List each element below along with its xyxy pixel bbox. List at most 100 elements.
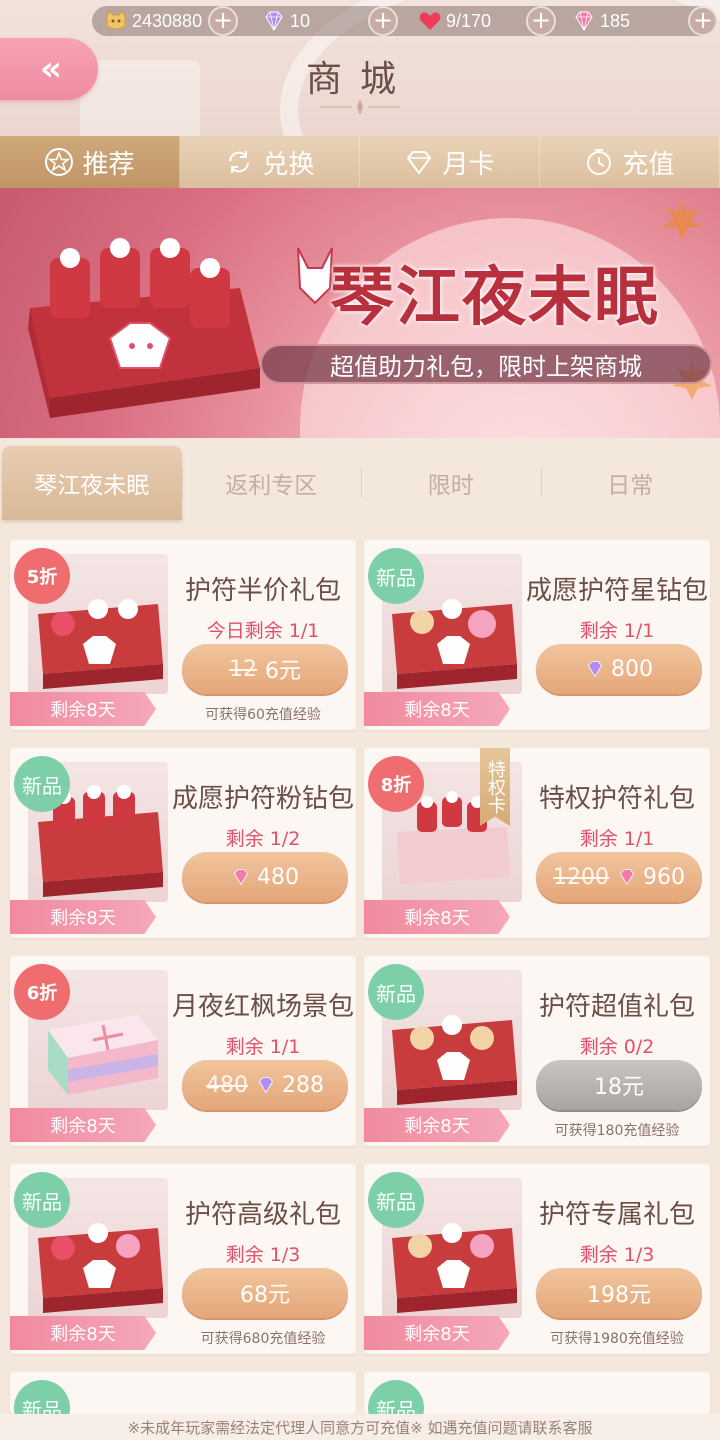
- privilege-card-tag: 特权卡: [480, 748, 510, 826]
- price: 960: [643, 864, 685, 890]
- product-stock: 剩余 1/3: [579, 1244, 655, 1266]
- price: 68元: [240, 1283, 290, 1308]
- price: 18元: [594, 1075, 644, 1100]
- price: 198元: [587, 1283, 651, 1308]
- buy-button[interactable]: 480: [182, 852, 348, 902]
- add-diamond-button[interactable]: +: [368, 6, 398, 36]
- tab-recommend[interactable]: 推荐: [0, 136, 180, 188]
- new-badge: 新品: [368, 964, 424, 1020]
- tab-monthly-card[interactable]: 月卡: [360, 136, 540, 188]
- pink-diamond-amount: 185: [600, 10, 631, 31]
- price: 800: [611, 656, 653, 682]
- new-badge: 新品: [368, 1380, 424, 1414]
- product-name: 月夜红枫场景包: [171, 992, 354, 1022]
- currency-bar: 2430880 + 10 + 9/170 + 185 +: [92, 6, 718, 36]
- gift-box-image: [28, 238, 260, 418]
- tab-recharge[interactable]: 充值: [540, 136, 720, 188]
- tab-recharge-label: 充值: [622, 149, 675, 180]
- promo-banner[interactable]: 琴江夜未眠 超值助力礼包，限时上架商城: [0, 188, 720, 438]
- recharge-exp: 可获得180充值经验: [554, 1123, 680, 1139]
- product-stock: 今日剩余 1/1: [206, 620, 320, 642]
- currency-heart: 9/170 +: [396, 6, 556, 36]
- title-ornament-icon: [320, 99, 400, 115]
- main-tabs: 推荐 兑换 月卡 充值: [0, 136, 720, 188]
- recharge-notice: ※未成年玩家需经法定代理人同意方可充值※ 如遇充值问题请联系客服: [0, 1414, 720, 1440]
- tab-exchange-label: 兑换: [262, 149, 315, 180]
- purple-diamond-icon: [265, 11, 283, 31]
- new-badge: 新品: [14, 756, 70, 812]
- buy-button[interactable]: 68元: [182, 1268, 348, 1318]
- pink-diamond-icon: [575, 11, 593, 31]
- subtab-limited[interactable]: 限时: [361, 446, 541, 520]
- new-badge: 新品: [368, 1172, 424, 1228]
- product-card[interactable]: 8折 特权卡 剩余8天 特权护符礼包 剩余 1/1 1200 960: [364, 748, 710, 938]
- new-badge: 新品: [14, 1380, 70, 1414]
- original-price: 1200: [553, 864, 609, 890]
- category-tabs: 琴江夜未眠 返利专区 限时 日常: [0, 446, 720, 520]
- product-card[interactable]: 新品 剩余8天 护符超值礼包 剩余 0/2 18元 可获得180充值经验: [364, 956, 710, 1146]
- product-card-partial[interactable]: 新品: [10, 1372, 356, 1414]
- banner-title: 琴江夜未眠: [330, 260, 660, 335]
- currency-diamond: 10 +: [242, 6, 398, 36]
- new-badge: 新品: [14, 1172, 70, 1228]
- original-price: 480: [206, 1072, 248, 1098]
- product-name: 护符高级礼包: [184, 1200, 341, 1230]
- purple-diamond-icon: [258, 1077, 274, 1094]
- new-badge: 新品: [368, 548, 424, 604]
- product-card[interactable]: 新品 剩余8天 护符专属礼包 剩余 1/3 198元 可获得1980充值经验: [364, 1164, 710, 1354]
- cat-coin-icon: [106, 10, 126, 30]
- product-name: 护符超值礼包: [538, 992, 695, 1022]
- product-card[interactable]: 新品 剩余8天 护符高级礼包 剩余 1/3 68元 可获得680充值经验: [10, 1164, 356, 1354]
- original-price: 12: [229, 656, 257, 682]
- product-stock: 剩余 1/1: [225, 1036, 301, 1058]
- tab-exchange[interactable]: 兑换: [180, 136, 360, 188]
- product-card-partial[interactable]: 新品: [364, 1372, 710, 1414]
- product-name: 成愿护符粉钻包: [171, 784, 354, 814]
- buy-button[interactable]: 12 6元: [182, 644, 348, 694]
- product-stock: 剩余 1/1: [579, 620, 655, 642]
- product-card[interactable]: 新品 剩余8天 成愿护符星钻包 剩余 1/1 800: [364, 540, 710, 730]
- maple-leaf-icon: [662, 200, 702, 240]
- pink-diamond-icon: [233, 869, 249, 886]
- buy-button[interactable]: 198元: [536, 1268, 702, 1318]
- product-name: 特权护符礼包: [538, 784, 695, 814]
- product-card[interactable]: 6折 剩余8天 月夜红枫场景包 剩余 1/1 480 288: [10, 956, 356, 1146]
- remaining-days: 剩余8天: [364, 1108, 510, 1142]
- pink-diamond-icon: [619, 869, 635, 886]
- buy-button[interactable]: 480 288: [182, 1060, 348, 1110]
- currency-pink-diamond: 185 +: [546, 6, 718, 36]
- product-card[interactable]: 5折 剩余8天 护符半价礼包 今日剩余 1/1 12 6元 可获得60充值经验: [10, 540, 356, 730]
- recharge-exp: 可获得680充值经验: [200, 1331, 326, 1347]
- subtab-qinjiang[interactable]: 琴江夜未眠: [2, 446, 182, 520]
- product-card[interactable]: 新品 剩余8天 成愿护符粉钻包 剩余 1/2 480: [10, 748, 356, 938]
- price: 6元: [265, 659, 301, 684]
- add-pink-diamond-button[interactable]: +: [688, 6, 718, 36]
- remaining-days: 剩余8天: [364, 692, 510, 726]
- clock-icon: [587, 149, 612, 175]
- heart-amount: 9/170: [446, 10, 492, 31]
- add-gold-button[interactable]: +: [208, 6, 238, 36]
- remaining-days: 剩余8天: [10, 1108, 156, 1142]
- page-title: 商城: [305, 59, 414, 100]
- remaining-days: 剩余8天: [364, 1316, 510, 1350]
- discount-badge: 6折: [14, 964, 70, 1020]
- star-icon: [45, 148, 74, 176]
- product-stock: 剩余 1/2: [225, 828, 301, 850]
- product-stock: 剩余 0/2: [579, 1036, 655, 1058]
- subtab-daily[interactable]: 日常: [540, 446, 720, 520]
- product-name: 护符专属礼包: [538, 1200, 695, 1230]
- subtab-rebate[interactable]: 返利专区: [181, 446, 362, 520]
- remaining-days: 剩余8天: [364, 900, 510, 934]
- remaining-days: 剩余8天: [10, 900, 156, 934]
- tab-monthly-card-label: 月卡: [442, 149, 495, 180]
- remaining-days: 剩余8天: [10, 1316, 156, 1350]
- buy-button[interactable]: 1200 960: [536, 852, 702, 902]
- product-stock: 剩余 1/3: [225, 1244, 301, 1266]
- discount-badge: 5折: [14, 548, 70, 604]
- tab-recommend-label: 推荐: [82, 149, 135, 180]
- remaining-days: 剩余8天: [10, 692, 156, 726]
- buy-button-disabled[interactable]: 18元: [536, 1060, 702, 1110]
- buy-button[interactable]: 800: [536, 644, 702, 694]
- gold-amount: 2430880: [132, 10, 203, 31]
- discount-badge: 8折: [368, 756, 424, 812]
